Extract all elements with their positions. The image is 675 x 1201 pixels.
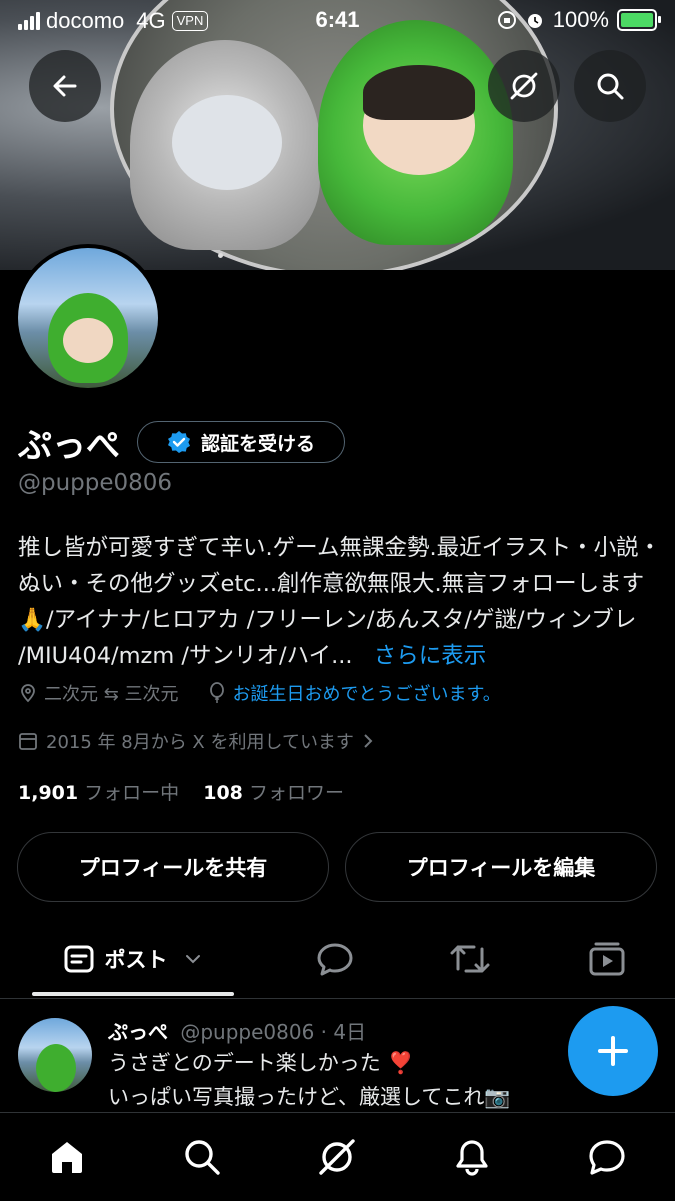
profile-tabs: ポスト [0,920,675,999]
battery-percent: 100% [552,7,609,32]
nav-notifications[interactable] [450,1135,494,1179]
nav-grok[interactable] [315,1135,359,1179]
video-icon [589,942,625,976]
search-icon [597,73,624,100]
plus-icon [598,1036,628,1066]
post-line-2: いっぱい写真撮ったけど、厳選してこれ📷 [108,1085,511,1109]
verified-badge-icon [167,431,190,453]
orientation-lock-icon [497,11,516,29]
followers-link[interactable]: 108 フォロワー [203,782,344,804]
post-line-1: うさぎとのデート楽しかった ❣️ [108,1051,414,1075]
search-icon [185,1140,220,1175]
profile-name: ぷっぺ [18,426,120,466]
joined-row[interactable]: 2015 年 8月から X を利用しています [18,728,374,754]
post-avatar[interactable] [18,1018,92,1092]
get-verified-label: 認証を受ける [200,432,315,455]
back-button[interactable] [29,50,101,122]
edit-profile-button[interactable]: プロフィールを編集 [345,832,657,902]
following-link[interactable]: 1,901 フォロー中 [18,782,179,804]
arrow-left-icon [53,75,77,97]
grok-icon [319,1139,355,1175]
nav-messages[interactable] [585,1135,629,1179]
following-count: 1,901 [18,782,79,804]
banner-plush-gray [130,40,320,250]
chevron-down-icon [185,955,200,964]
tab-posts-label: ポスト [104,948,168,972]
bottom-navigation [0,1112,675,1201]
profile-handle: @puppe0806 [18,470,173,496]
joined-text: 2015 年 8月から X を利用しています [46,732,354,753]
tab-reposts[interactable] [435,920,505,998]
bell-icon [456,1140,488,1176]
repost-icon [450,945,490,973]
banner-page-indicator [218,243,248,258]
balloon-icon [209,682,224,703]
posts-tab-icon [64,945,93,973]
nav-home[interactable] [45,1135,89,1179]
tab-replies[interactable] [300,920,370,998]
grok-icon [510,72,538,100]
location-pin-icon [21,684,35,703]
profile-avatar[interactable] [14,244,162,392]
home-icon [52,1142,82,1173]
get-verified-button[interactable]: 認証を受ける [137,421,345,463]
share-profile-button[interactable]: プロフィールを共有 [17,832,329,902]
battery-icon [617,9,661,31]
follow-stats: 1,901 フォロー中 108 フォロワー [18,778,344,805]
compose-post-button[interactable] [568,1006,658,1096]
post-body[interactable]: うさぎとのデート楽しかった ❣️ いっぱい写真撮ったけど、厳選してこれ📷 [108,1046,578,1114]
bio-show-more-link[interactable]: さらに表示 [374,643,487,669]
chevron-right-icon [364,734,373,748]
grok-button[interactable] [488,50,560,122]
followers-label: フォロワー [248,782,344,804]
active-tab-indicator [32,992,234,996]
profile-banner[interactable] [0,0,675,270]
followers-count: 108 [203,782,243,804]
search-button[interactable] [574,50,646,122]
calendar-icon [19,733,37,750]
birthday-text: お誕生日おめでとうございます。 [232,684,501,705]
nav-search[interactable] [180,1135,224,1179]
alarm-icon [527,14,542,28]
following-label: フォロー中 [84,782,180,804]
post-meta: @puppe0806 · 4日 [180,1020,367,1044]
location-text: 二次元 ⇆ 三次元 [44,684,179,705]
status-bar: docomo 4G VPN 6:41 100% [0,0,675,40]
post-author-name[interactable]: ぷっぺ [108,1020,168,1044]
chat-bubble-icon [589,1140,625,1175]
banner-plush-green [318,20,513,245]
profile-bio: 推し皆が可愛すぎて辛い.ゲーム無課金勢.最近イラスト・小説・ぬい・その他グッズe… [18,530,663,674]
bio-text: 推し皆が可愛すぎて辛い.ゲーム無課金勢.最近イラスト・小説・ぬい・その他グッズe… [18,535,662,669]
reply-icon [317,943,353,976]
tab-posts[interactable]: ポスト [32,920,234,998]
tab-media[interactable] [572,920,642,998]
profile-meta-row: 二次元 ⇆ 三次元 お誕生日おめでとうございます。 [18,680,501,706]
post-header: ぷっぺ @puppe0806 · 4日 [108,1016,366,1045]
